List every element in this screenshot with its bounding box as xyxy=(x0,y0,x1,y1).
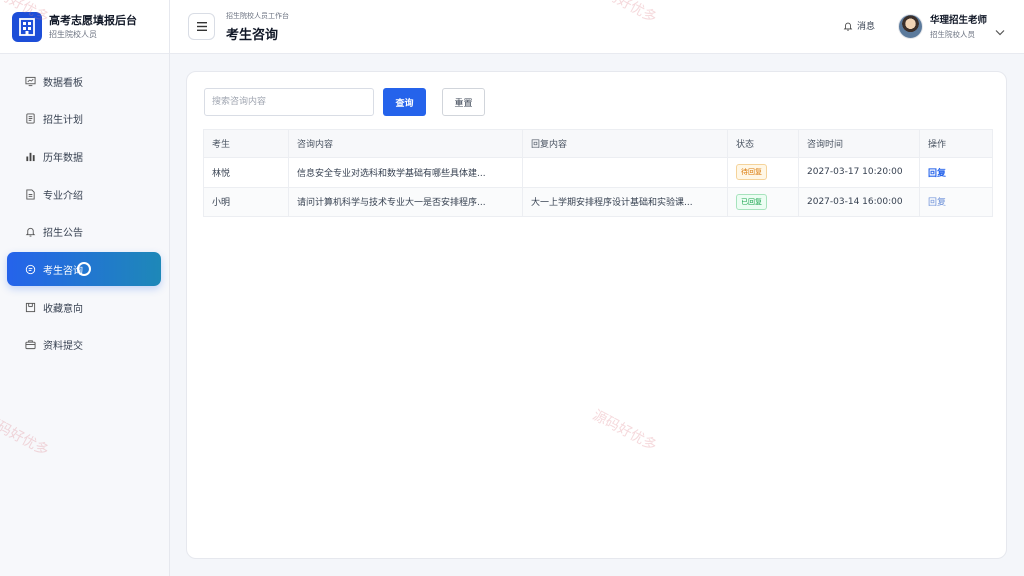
question-cell: 请问计算机科学与技术专业大一是否安排程序... xyxy=(288,186,523,217)
sidebar-item-history[interactable]: 历年数据 xyxy=(7,139,161,173)
time-cell: 2027-03-17 10:20:00 xyxy=(798,157,920,188)
bell-icon xyxy=(843,21,853,31)
status-badge: 待回复 xyxy=(736,164,767,181)
sidebar-item-submission[interactable]: 资料提交 xyxy=(7,328,161,362)
dashboard-icon xyxy=(24,75,36,87)
bell-icon xyxy=(24,226,36,238)
column-header: 回复内容 xyxy=(522,129,728,158)
file-icon xyxy=(24,188,36,200)
user-role: 招生院校人员 xyxy=(930,30,975,39)
consultation-panel: 查询 重置 考生 咨询内容 回复内容 状态 咨询时间 操作 林悦 信息安全专业对… xyxy=(186,71,1007,559)
hamburger-icon xyxy=(196,22,207,31)
building-logo-icon xyxy=(12,11,42,42)
menu-toggle-button[interactable] xyxy=(188,13,215,40)
messages-button[interactable]: 消息 xyxy=(843,19,875,32)
avatar[interactable] xyxy=(898,14,923,39)
reply-link[interactable]: 回复 xyxy=(928,198,946,208)
sidebar-item-label: 收藏意向 xyxy=(43,303,83,315)
reply-cell xyxy=(522,157,728,188)
search-input[interactable] xyxy=(204,88,374,116)
consultation-table: 考生 咨询内容 回复内容 状态 咨询时间 操作 林悦 信息安全专业对选科和数学基… xyxy=(203,129,993,217)
sidebar-item-plan[interactable]: 招生计划 xyxy=(7,102,161,136)
sidebar-item-consultation[interactable]: 考生咨询 xyxy=(7,252,161,287)
sidebar-item-label: 数据看板 xyxy=(43,77,83,89)
sidebar: 高考志愿填报后台 招生院校人员 数据看板 招生计划 历年数据 专业介绍 招生公告… xyxy=(0,0,170,576)
question-cell: 信息安全专业对选科和数学基础有哪些具体建... xyxy=(288,157,523,188)
sidebar-item-majors[interactable]: 专业介绍 xyxy=(7,177,161,211)
sidebar-item-label: 资料提交 xyxy=(43,341,83,353)
student-cell: 林悦 xyxy=(203,157,289,188)
app-subtitle: 招生院校人员 xyxy=(49,29,97,39)
app-title: 高考志愿填报后台 xyxy=(49,13,137,27)
sidebar-item-label: 专业介绍 xyxy=(43,190,83,202)
breadcrumb: 招生院校人员工作台 xyxy=(226,12,289,20)
column-header: 操作 xyxy=(919,129,993,158)
action-cell: 回复 xyxy=(919,157,993,188)
sidebar-item-favorites[interactable]: 收藏意向 xyxy=(7,290,161,324)
chevron-down-icon[interactable] xyxy=(995,21,1005,40)
column-header: 咨询时间 xyxy=(798,129,920,158)
status-badge: 已回复 xyxy=(736,193,767,210)
briefcase-icon xyxy=(24,339,36,351)
column-header: 考生 xyxy=(203,129,289,158)
table-row: 小明 请问计算机科学与技术专业大一是否安排程序... 大一上学期安排程序设计基础… xyxy=(203,186,993,217)
action-cell: 回复 xyxy=(919,186,993,217)
status-cell: 待回复 xyxy=(727,157,799,188)
student-cell: 小明 xyxy=(203,186,289,217)
query-button[interactable]: 查询 xyxy=(383,88,426,116)
document-icon xyxy=(24,113,36,125)
column-header: 状态 xyxy=(727,129,799,158)
table-header-row: 考生 咨询内容 回复内容 状态 咨询时间 操作 xyxy=(203,129,993,158)
bookmark-icon xyxy=(24,301,36,313)
brand: 高考志愿填报后台 招生院校人员 xyxy=(0,0,169,54)
table-row: 林悦 信息安全专业对选科和数学基础有哪些具体建... 待回复 2027-03-1… xyxy=(203,157,993,188)
sidebar-item-dashboard[interactable]: 数据看板 xyxy=(7,64,161,98)
chat-icon xyxy=(24,263,36,275)
sidebar-item-announcements[interactable]: 招生公告 xyxy=(7,215,161,249)
reset-button[interactable]: 重置 xyxy=(442,88,485,116)
sidebar-item-label: 招生计划 xyxy=(43,115,83,127)
column-header: 咨询内容 xyxy=(288,129,523,158)
sidebar-item-label: 招生公告 xyxy=(43,228,83,240)
reply-link[interactable]: 回复 xyxy=(928,169,946,179)
bar-chart-icon xyxy=(24,150,36,162)
status-cell: 已回复 xyxy=(727,186,799,217)
messages-label: 消息 xyxy=(857,22,876,32)
time-cell: 2027-03-14 16:00:00 xyxy=(798,186,920,217)
sidebar-nav: 数据看板 招生计划 历年数据 专业介绍 招生公告 考生咨询 收藏意向 资料提交 xyxy=(0,54,169,362)
reply-cell: 大一上学期安排程序设计基础和实验课... xyxy=(522,186,728,217)
page-title: 考生咨询 xyxy=(226,28,279,43)
loading-cursor-icon xyxy=(77,262,91,277)
user-menu[interactable]: 华理招生老师 招生院校人员 xyxy=(930,15,987,40)
topbar: 招生院校人员工作台 考生咨询 消息 华理招生老师 招生院校人员 xyxy=(170,0,1024,54)
sidebar-item-label: 历年数据 xyxy=(43,152,83,164)
user-name: 华理招生老师 xyxy=(930,15,988,26)
